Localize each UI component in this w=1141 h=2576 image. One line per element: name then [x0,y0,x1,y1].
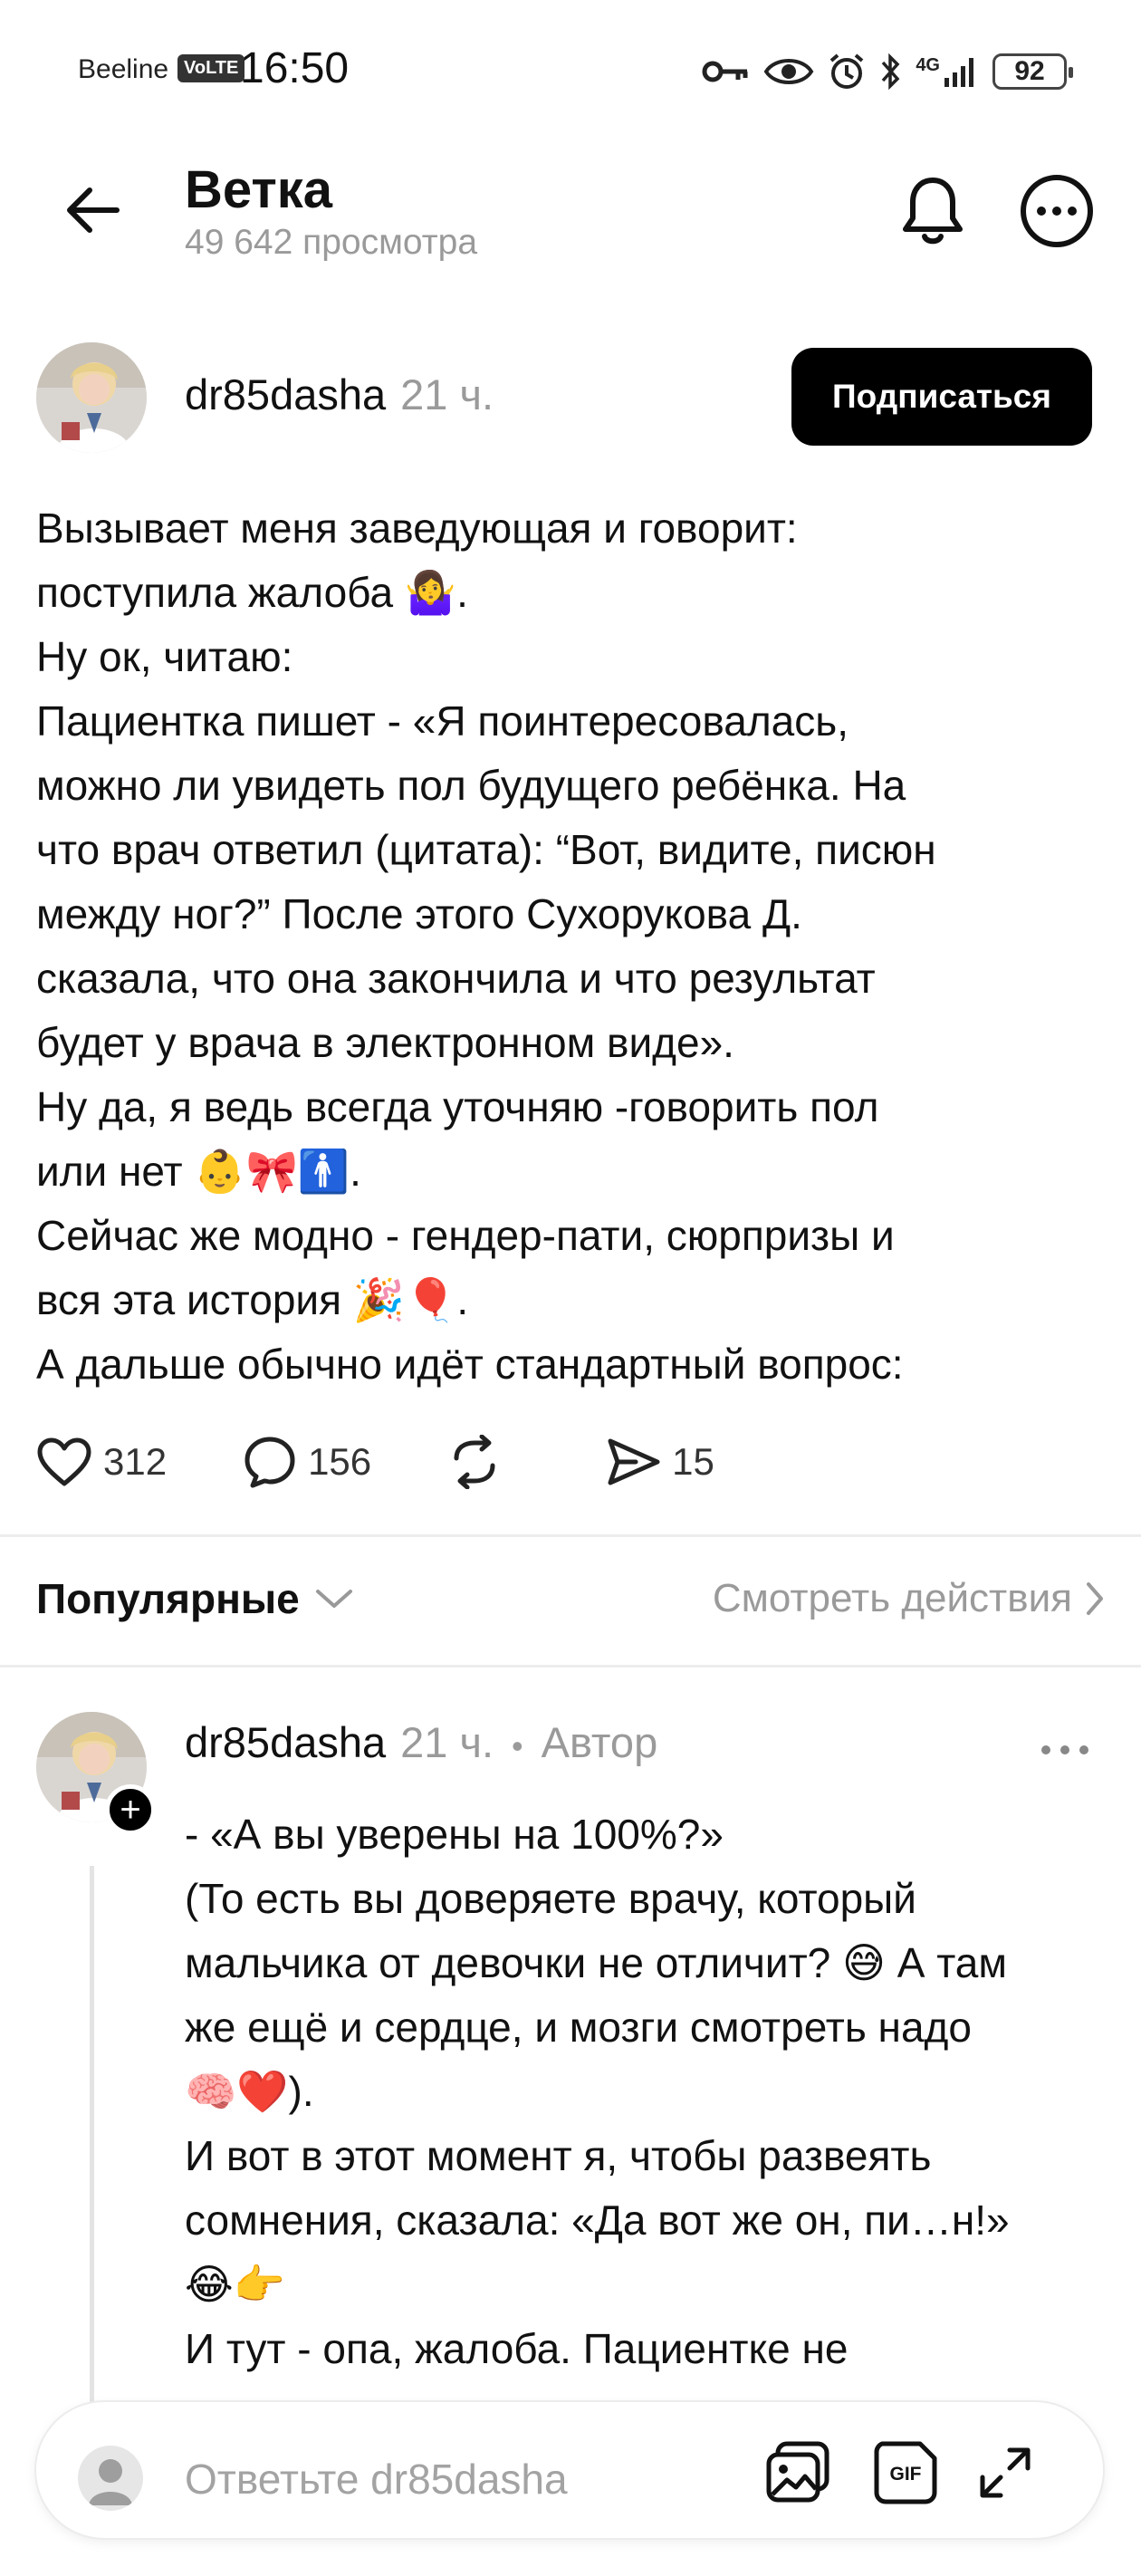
comment-body: - «А вы уверены на 100%?» (То есть вы до… [185,1802,1117,2381]
author-badge: Автор [541,1718,658,1766]
post-line: будет у врача в электронном виде». [36,1019,734,1066]
post-line: можно ли увидеть пол будущего ребёнка. Н… [36,762,906,809]
comment-username[interactable]: dr85dasha [185,1718,386,1766]
user-icon [89,2459,132,2505]
more-horizontal-icon [1041,1745,1088,1754]
comment-line: 🧠❤️). [185,2068,314,2115]
post-line: Вызывает меня заведующая и говорит: [36,505,798,552]
like-button[interactable]: 312 [36,1437,167,1487]
network-type: 4G [916,54,940,75]
repost-button[interactable] [447,1435,513,1489]
post-line: что врач ответил (цитата): “Вот, видите,… [36,826,936,873]
separator-dot: • [512,1727,523,1764]
signal-icon [944,58,973,87]
eye-icon [763,59,814,84]
post-username[interactable]: dr85dasha [185,370,386,418]
follow-button[interactable]: Подписаться [791,348,1092,446]
view-count: 49 642 просмотра [185,223,478,262]
comment-line: (То есть вы доверяете врачу, который [185,1875,916,1922]
gif-button[interactable]: GIF [869,2437,942,2509]
comment-line: - «А вы уверены на 100%?» [185,1811,724,1858]
back-arrow-icon [67,187,120,233]
heart-icon [37,1437,91,1486]
post-line: между ног?” После этого Сухорукова Д. [36,890,802,937]
comment-icon [244,1437,295,1488]
image-icon [766,2441,829,2503]
post-line: вся эта история 🎉🎈. [36,1276,469,1323]
comment-line: мальчика от девочки не отличит? 😅 А там [185,1939,1007,1986]
notifications-button[interactable] [896,172,969,250]
post-line: поступила жалоба 🤷‍♀️. [36,569,468,616]
status-icons: 4G 92 [702,49,1073,94]
comment-button[interactable]: 156 [243,1435,371,1489]
svg-text:GIF: GIF [890,2464,922,2485]
comment-line: же ещё и сердце, и мозги смотреть надо [185,2004,972,2051]
expand-button[interactable] [969,2437,1041,2509]
chevron-right-icon [1087,1582,1103,1615]
chevron-down-icon [315,1590,352,1608]
post-line: сказала, что она закончила и что результ… [36,955,876,1002]
sort-selector[interactable]: Популярные [36,1574,354,1623]
post-line: или нет 👶🎀🚹. [36,1148,361,1195]
like-count: 312 [103,1440,168,1483]
comment-line: И вот в этот момент я, чтобы развеять [185,2132,932,2179]
view-actions-link[interactable]: Смотреть действия [713,1576,1105,1621]
avatar[interactable] [36,342,147,453]
carrier-label: Beeline [78,54,169,84]
more-icon [1021,175,1093,247]
back-button[interactable] [54,172,130,248]
post-line: Ну да, я ведь всегда уточняю -говорить п… [36,1083,879,1130]
reply-avatar [78,2446,143,2511]
volte-badge: VoLTE [177,54,245,82]
view-actions-label: Смотреть действия [712,1576,1072,1620]
comment-count: 156 [308,1440,372,1483]
share-count: 15 [672,1440,714,1483]
comment-more-button[interactable] [1029,1732,1101,1768]
thread-line [90,1866,94,2409]
comment-line: 😂👉 [185,2261,286,2308]
gif-icon: GIF [874,2441,937,2504]
post-author[interactable]: dr85dasha 21 ч. [185,370,494,419]
plus-icon: + [120,1790,141,1830]
attach-image-button[interactable] [762,2437,835,2509]
post-line: Ну ок, читаю: [36,633,293,680]
follow-plus-button[interactable]: + [105,1784,156,1835]
repost-icon [454,1435,495,1489]
avatar-photo-icon [36,342,147,453]
key-icon [702,61,748,82]
post-time: 21 ч. [400,370,494,418]
status-time: 16:50 [240,44,350,92]
post-line: Пациентка пишет - «Я поинтересовалась, [36,697,849,745]
divider [0,1534,1141,1537]
more-options-button[interactable] [1018,172,1096,250]
comment-line: И тут - опа, жалоба. Пациентке не [185,2325,849,2372]
expand-icon [980,2447,1031,2498]
comment-author[interactable]: dr85dasha 21 ч. • Автор [185,1717,657,1767]
share-button[interactable]: 15 [607,1437,714,1487]
comment-line: сомнения, сказала: «Да вот же он, пи…н!» [185,2196,1010,2244]
send-icon [608,1438,660,1485]
post-actions: 312 156 15 [36,1427,714,1496]
divider [0,1665,1141,1668]
post-body: Вызывает меня заведующая и говорит: пост… [36,496,1096,1397]
post-line: А дальше обычно идёт стандартный вопрос: [36,1341,904,1388]
reply-input[interactable] [185,2447,728,2511]
bluetooth-icon [882,53,900,91]
sort-label: Популярные [36,1575,300,1622]
post-line: Сейчас же модно - гендер-пати, сюрпризы … [36,1212,895,1259]
page-title: Ветка [185,160,333,219]
alarm-icon [830,53,864,89]
comment-time: 21 ч. [400,1718,494,1766]
battery-icon: 92 [992,53,1073,90]
status-bar: Beeline VoLTE 16:50 4G 92 [0,0,1141,136]
bell-icon [903,178,963,245]
battery-level: 92 [1014,56,1045,86]
